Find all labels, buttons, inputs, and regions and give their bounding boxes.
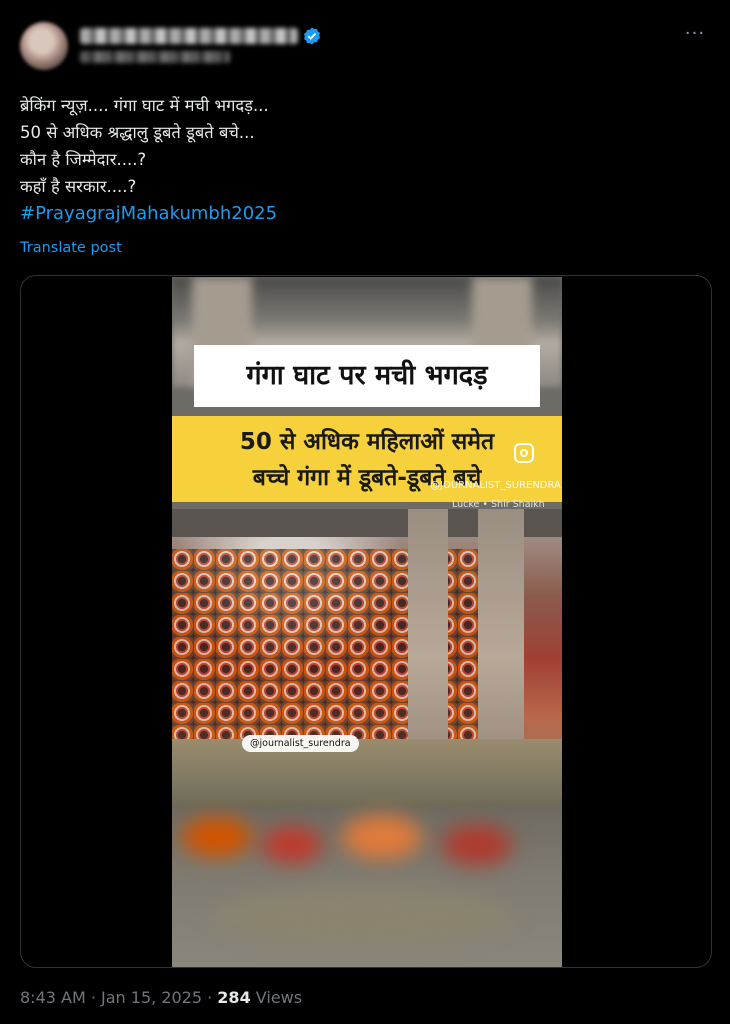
tweet-time[interactable]: 8:43 AM [20, 988, 86, 1007]
tweet-line: ब्रेकिंग न्यूज़.... गंगा घाट में मची भगद… [20, 96, 269, 115]
blurred-frame-bottom [172, 807, 562, 967]
tweet-header: ··· [20, 18, 710, 74]
tweet-meta: 8:43 AM · Jan 15, 2025 · 284 Views [20, 988, 303, 1007]
media-container[interactable]: गंगा घाट पर मची भगदड़ 50 से अधिक महिलाओं… [20, 275, 712, 968]
tweet-line: कहाँ है सरकार....? [20, 177, 137, 196]
crowd-scene-image: @journalist_surendra [172, 509, 562, 807]
avatar[interactable] [20, 22, 68, 70]
watermark-tag: @journalist_surendra [242, 735, 359, 752]
author-name-redacted[interactable] [80, 28, 298, 44]
verified-badge-icon [304, 27, 320, 45]
instagram-icon [514, 443, 534, 463]
tweet-text: ब्रेकिंग न्यूज़.... गंगा घाट में मची भगद… [20, 92, 700, 227]
translate-post-link[interactable]: Translate post [20, 240, 122, 256]
tweet-line: कौन है जिम्मेदार....? [20, 150, 147, 169]
author-handle-redacted[interactable] [80, 51, 230, 63]
more-icon[interactable]: ··· [680, 24, 710, 48]
hashtag-link[interactable]: #PrayagrajMahakumbh2025 [20, 200, 700, 227]
subtitle-line: 50 से अधिक महिलाओं समेत [239, 429, 495, 455]
video-thumbnail[interactable]: गंगा घाट पर मची भगदड़ 50 से अधिक महिलाओं… [172, 277, 562, 967]
views-count: 284 [217, 988, 251, 1007]
tweet-date[interactable]: Jan 15, 2025 [101, 988, 202, 1007]
tweet-line: 50 से अधिक श्रद्धालु डूबते डूबते बचे... [20, 123, 255, 142]
watermark-text: @JOURNALIST_SURENDRA [430, 480, 561, 491]
video-title-banner: गंगा घाट पर मची भगदड़ [194, 345, 540, 407]
views-label: Views [250, 988, 303, 1007]
